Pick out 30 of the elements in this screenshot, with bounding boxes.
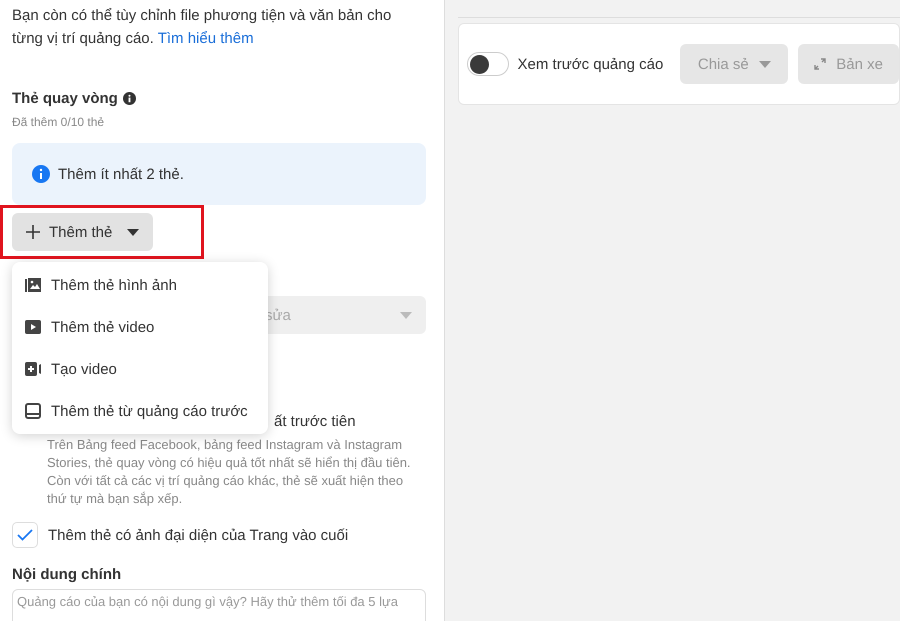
add-card-button[interactable]: Thêm thẻ (12, 213, 154, 251)
checkbox[interactable] (12, 522, 38, 548)
caret-icon (758, 60, 771, 68)
menu-item[interactable]: Thêm thẻ hình ảnh (12, 264, 268, 306)
play-icon (24, 319, 42, 335)
intro-text: Bạn còn có thể tùy chỉnh file phương tiện và văn bản cho từng vị trí quảng cáo. Tìm hiểu thêm (12, 6, 392, 49)
info-icon[interactable] (122, 92, 136, 105)
card-count: Đã thêm 0/10 thẻ (12, 115, 106, 129)
learn-more-link[interactable]: Tìm hiểu thêm (158, 30, 254, 47)
toggle-label: Xem trước quảng cáo (518, 56, 664, 72)
menu-item[interactable]: Thêm thẻ từ quảng cáo trước (12, 390, 268, 432)
section-title: Thẻ quay vòng (12, 90, 118, 107)
caret-icon (127, 228, 140, 236)
option-description: Trên Bảng feed Facebook, bảng feed Instagram và Instagram Stories, thẻ quay vòng có hiệu quả tốt nhất sẽ hiển thị đầu tiên. Còn với tất cả các vị trí quảng cáo khác, thẻ sẽ xuất hiện theo thứ tự mà bạn sắp xếp. (47, 436, 412, 508)
tablet-icon (24, 402, 42, 420)
notice-text: Thêm ít nhất 2 thẻ. (58, 166, 184, 182)
checkbox-label: Thêm thẻ có ảnh đại diện của Trang vào cuối (48, 526, 348, 544)
menu-item[interactable]: Tạo video (12, 348, 268, 390)
option-label: ất trước tiên (273, 413, 357, 430)
plus-icon (26, 225, 40, 239)
menu-item[interactable]: Thêm thẻ video (12, 306, 268, 348)
video-add-icon (24, 361, 42, 377)
caret-icon (400, 312, 412, 318)
check-icon (17, 529, 33, 541)
section-title: Nội dung chính (12, 566, 122, 583)
image-icon (24, 276, 42, 294)
primary-text-field[interactable]: Quảng cáo của bạn có nội dung gì vậy? Hãy thử thêm tối đa 5 lựa (12, 589, 426, 621)
expand-icon (814, 58, 826, 70)
preview-toggle[interactable] (466, 52, 509, 76)
info-icon (32, 165, 50, 183)
